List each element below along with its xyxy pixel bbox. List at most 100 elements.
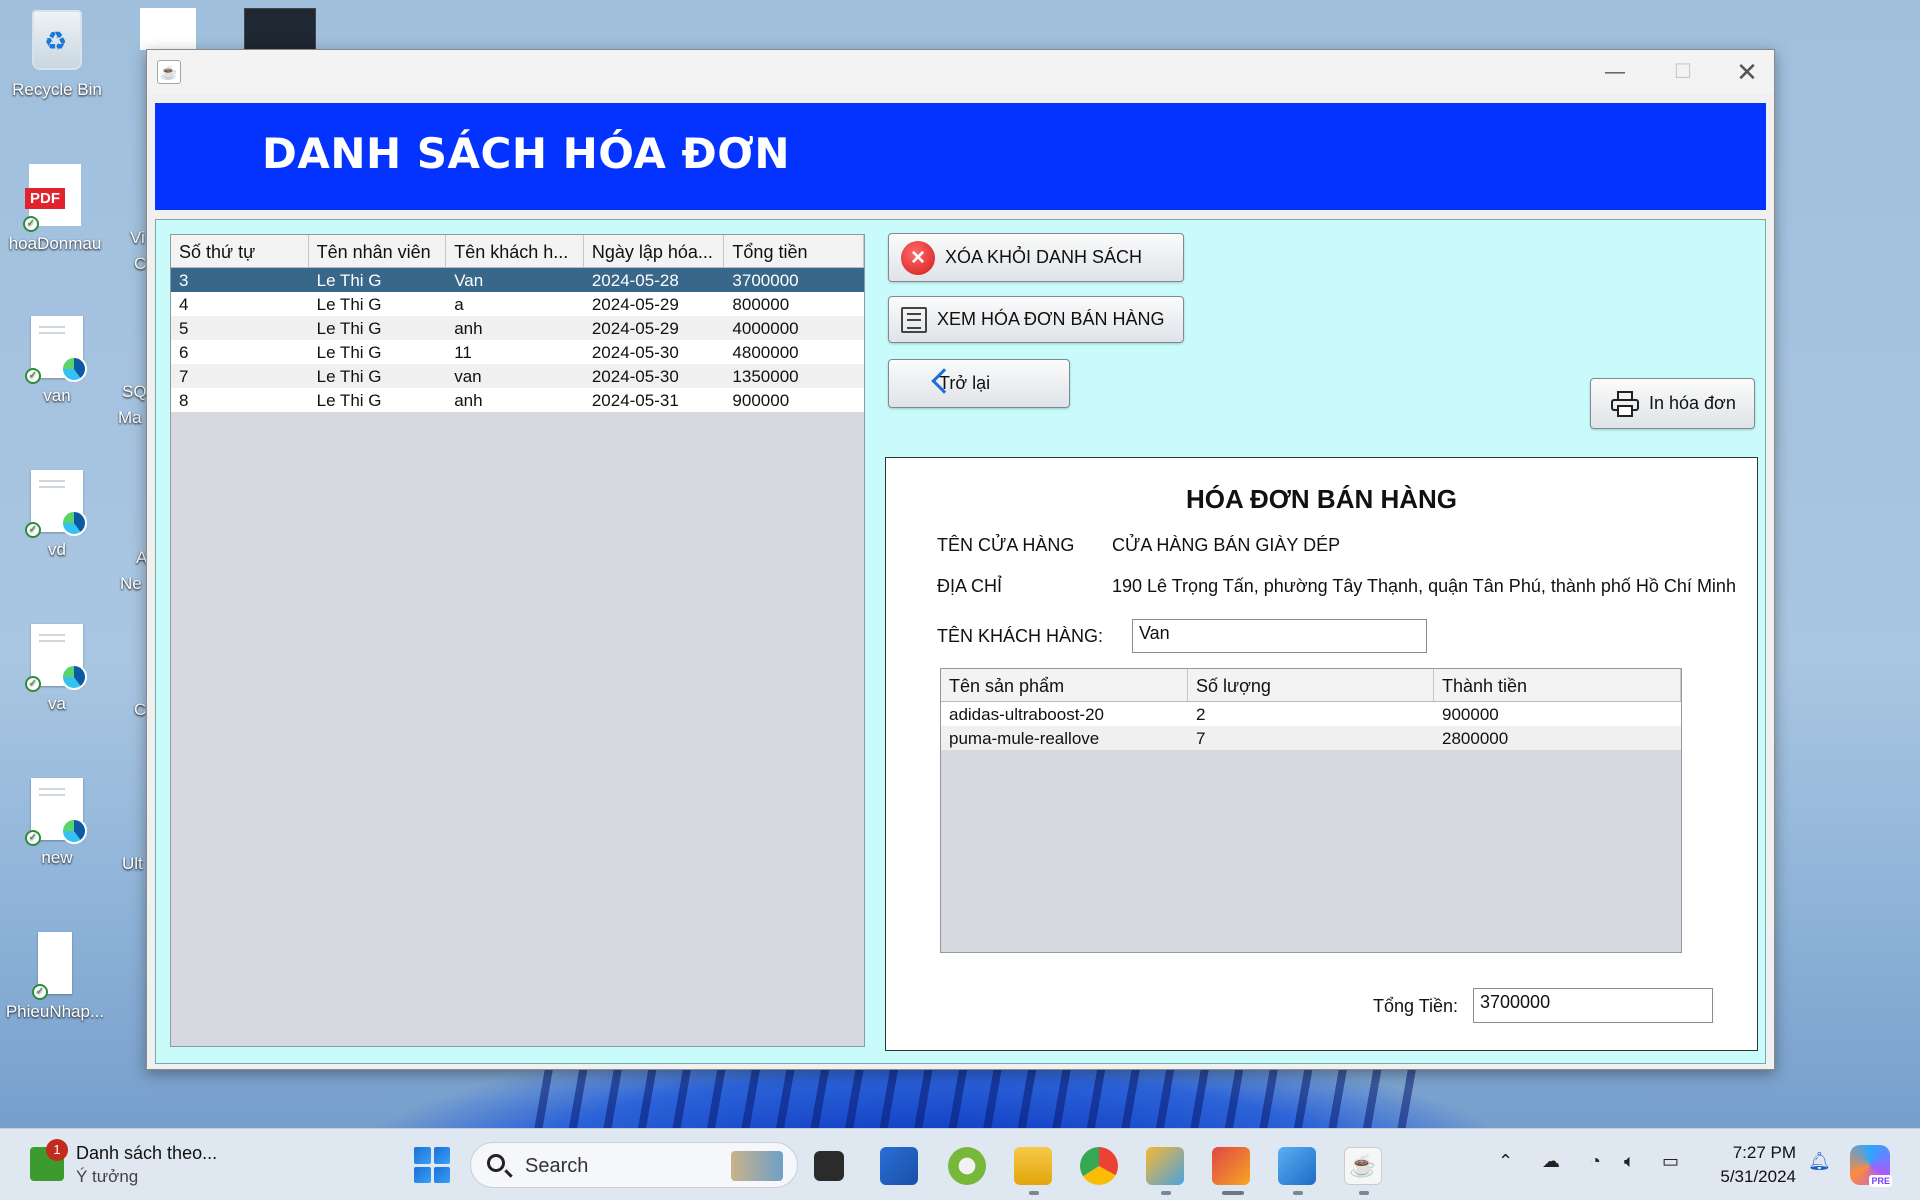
product-table[interactable]: Tên sản phẩm Số lượng Thành tiền adidas-…	[940, 668, 1682, 953]
cell: 3700000	[732, 271, 799, 290]
search-icon	[487, 1154, 505, 1172]
column-header[interactable]: Số lượng	[1188, 669, 1434, 701]
table-row[interactable]: adidas-ultraboost-20 2 900000	[941, 702, 1681, 726]
chrome-icon[interactable]	[1080, 1147, 1118, 1185]
column-header[interactable]: Tên khách h...	[446, 235, 584, 267]
total-field[interactable]: 3700000	[1473, 988, 1713, 1023]
snipping-tool-icon[interactable]	[1212, 1147, 1250, 1185]
active-indicator	[1222, 1191, 1244, 1195]
widget-subtitle: Ý tưởng	[76, 1167, 139, 1186]
title-bar[interactable]: ☕ — ☐ ✕	[147, 50, 1774, 94]
desktop-icon-hoadonmau[interactable]: PDF ✓ hoaDonmau	[0, 164, 110, 254]
notification-badge: 1	[46, 1139, 68, 1161]
notification-bell-icon[interactable]: 🔔︎	[1808, 1151, 1831, 1172]
back-button[interactable]: Trở lại	[888, 359, 1070, 408]
column-header[interactable]: Số thứ tự	[171, 235, 309, 267]
taskbar: 1 Danh sách theo... Ý tưởng Search ☕ ⌃ ☁…	[0, 1128, 1920, 1200]
copilot-icon[interactable]: PRE	[1850, 1145, 1892, 1187]
app-hexagon-icon[interactable]	[1146, 1147, 1184, 1185]
invoice-list-table[interactable]: Số thứ tự Tên nhân viên Tên khách h... N…	[170, 234, 865, 1047]
desktop-thumbnail-white[interactable]	[140, 8, 196, 50]
desktop-icon-label: PhieuNhap...	[5, 1002, 105, 1021]
running-indicator	[1161, 1191, 1171, 1195]
file-explorer-icon[interactable]	[1014, 1147, 1052, 1185]
chevron-up-icon[interactable]: ⌃	[1498, 1151, 1513, 1172]
store-value: CỬA HÀNG BÁN GIÀY DÉP	[1112, 535, 1341, 555]
cell: 4800000	[732, 343, 799, 362]
list-icon	[901, 306, 927, 333]
column-header[interactable]: Tổng tiền	[724, 235, 865, 267]
table-row[interactable]: 6 Le Thi G 11 2024-05-30 4800000	[171, 340, 864, 364]
widget-title[interactable]: Danh sách theo...	[76, 1143, 217, 1164]
cell: Le Thi G	[316, 391, 382, 410]
desktop-icon-vd[interactable]: ✓ vd	[2, 470, 112, 560]
task-view-icon[interactable]	[814, 1151, 844, 1181]
table-row[interactable]: puma-mule-reallove 7 2800000	[941, 726, 1681, 750]
wifi-icon[interactable]: ◔	[1590, 1151, 1601, 1172]
desktop-peek-label: Ma	[118, 408, 142, 427]
desktop-icon-recycle-bin[interactable]: ♻ Recycle Bin	[2, 10, 112, 100]
desktop-peek-label: SQ	[122, 382, 147, 401]
column-header[interactable]: Thành tiền	[1434, 669, 1681, 701]
column-header[interactable]: Tên nhân viên	[309, 235, 447, 267]
desktop-icon-label: new	[41, 848, 73, 867]
cell: 2	[1196, 705, 1206, 724]
table-row[interactable]: 8 Le Thi G anh 2024-05-31 900000	[171, 388, 864, 412]
table-row[interactable]: 5 Le Thi G anh 2024-05-29 4000000	[171, 316, 864, 340]
edge-document-icon: ✓	[25, 624, 87, 692]
cell: Le Thi G	[316, 367, 382, 386]
clock[interactable]: 7:27 PM 5/31/2024	[1720, 1141, 1796, 1189]
browser-app-icon[interactable]	[948, 1147, 986, 1185]
delete-from-list-button[interactable]: × XÓA KHỎI DANH SÁCH	[888, 233, 1184, 282]
maximize-button: ☐	[1674, 61, 1692, 83]
minimize-button[interactable]: —	[1592, 56, 1638, 88]
desktop-icon-new[interactable]: ✓ new	[2, 778, 112, 868]
desktop-icon-label: va	[48, 694, 66, 713]
desktop-icon-van[interactable]: ✓ van	[2, 316, 112, 406]
cell: 900000	[1442, 705, 1499, 724]
java-icon[interactable]: ☕	[1344, 1147, 1382, 1185]
battery-icon[interactable]: ▭	[1662, 1151, 1679, 1172]
table-row[interactable]: 3 Le Thi G Van 2024-05-28 3700000	[171, 268, 864, 292]
sync-check-icon: ✓	[23, 216, 39, 232]
table-header: Số thứ tự Tên nhân viên Tên khách h... N…	[171, 235, 865, 268]
desktop-icon-va[interactable]: ✓ va	[2, 624, 112, 714]
column-header[interactable]: Tên sản phẩm	[941, 669, 1188, 701]
search-box[interactable]: Search	[470, 1142, 798, 1188]
cloud-icon[interactable]: ☁	[1542, 1151, 1560, 1172]
store-app-icon[interactable]	[880, 1147, 918, 1185]
store-label: TÊN CỬA HÀNG	[937, 535, 1075, 555]
desktop-thumbnail-dark[interactable]	[244, 8, 316, 50]
cell: 4000000	[732, 319, 799, 338]
table-row[interactable]: 7 Le Thi G van 2024-05-30 1350000	[171, 364, 864, 388]
delete-x-icon: ×	[901, 240, 935, 275]
desktop-peek-label: C	[134, 700, 147, 719]
desktop-peek-label: Ult	[122, 854, 143, 873]
recycle-bin-icon: ♻	[32, 10, 82, 70]
desktop-peek-label: C	[134, 254, 147, 273]
table-row[interactable]: 4 Le Thi G a 2024-05-29 800000	[171, 292, 864, 316]
running-indicator	[1359, 1191, 1369, 1195]
java-app-icon[interactable]: ☕	[157, 60, 181, 84]
button-label: In hóa đơn	[1649, 393, 1736, 413]
cell: 11	[454, 343, 472, 362]
start-button[interactable]	[414, 1147, 450, 1183]
cell: puma-mule-reallove	[949, 729, 1100, 748]
invoice-list-window: ☕ — ☐ ✕ DANH SÁCH HÓA ĐƠN Số thứ tự Tên …	[146, 49, 1775, 1070]
cell: 2024-05-29	[591, 319, 679, 338]
close-button[interactable]: ✕	[1724, 56, 1770, 88]
address-value: 190 Lê Trọng Tấn, phường Tây Thạnh, quận…	[1112, 576, 1736, 596]
desktop-icon-phieunhap[interactable]: ✓ PhieuNhap...	[0, 932, 110, 1022]
edge-document-icon: ✓	[25, 470, 87, 538]
column-header[interactable]: Ngày lập hóa...	[584, 235, 725, 267]
cell: 4	[179, 295, 189, 314]
view-invoice-button[interactable]: XEM HÓA ĐƠN BÁN HÀNG	[888, 296, 1184, 343]
pdf-file-icon: PDF ✓	[23, 164, 81, 232]
print-invoice-button[interactable]: In hóa đơn	[1590, 378, 1755, 429]
customer-name-field[interactable]: Van	[1132, 619, 1427, 653]
volume-icon[interactable]: 🔈︎	[1624, 1151, 1635, 1172]
table-header: Tên sản phẩm Số lượng Thành tiền	[941, 669, 1681, 702]
desktop-icon-label: Recycle Bin	[12, 80, 102, 99]
photos-icon[interactable]	[1278, 1147, 1316, 1185]
edge-document-icon: ✓	[25, 316, 87, 384]
